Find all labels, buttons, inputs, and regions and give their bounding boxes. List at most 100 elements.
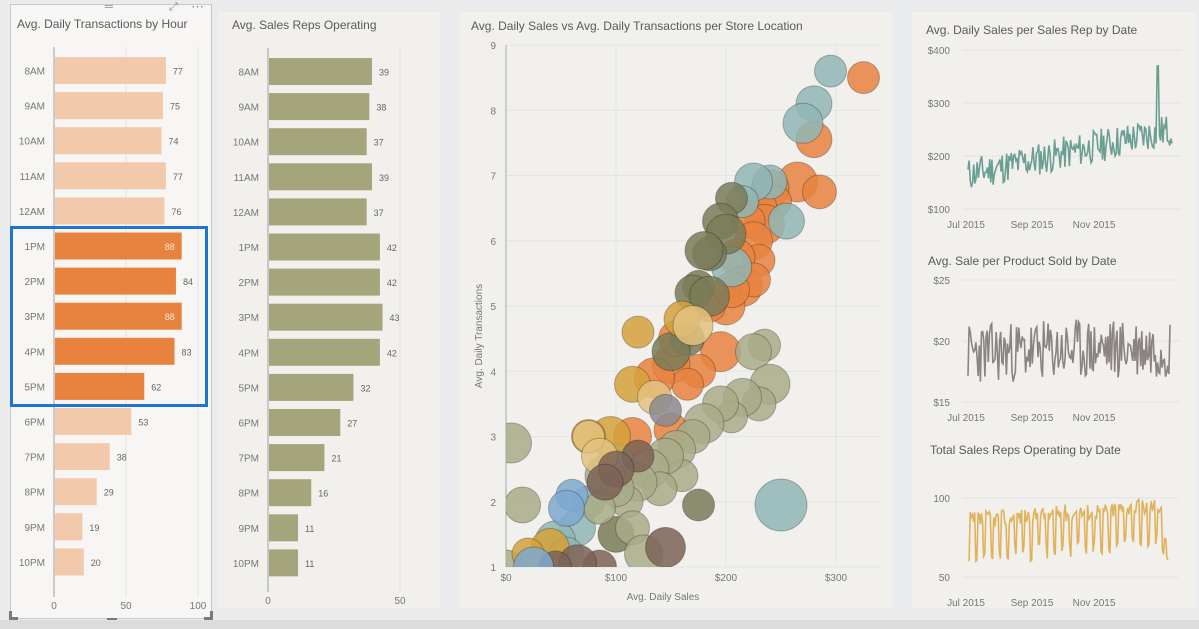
sales-vs-transactions-panel[interactable]: Avg. Daily Sales vs Avg. Daily Transacti… [460, 12, 892, 608]
category-label: 1PM [238, 243, 259, 254]
bar [269, 163, 372, 191]
bubble-teal[interactable] [768, 202, 805, 240]
data-label: 77 [173, 67, 183, 77]
data-label: 88 [165, 242, 175, 252]
category-label: 9PM [238, 524, 259, 535]
y-axis-title: Avg. Daily Transactions [474, 284, 485, 388]
bar [269, 409, 341, 436]
bubble-brown[interactable] [645, 526, 686, 567]
bubble-orange[interactable] [802, 174, 837, 210]
bar [269, 198, 367, 226]
date-trends-panel[interactable]: Avg. Daily Sales per Sales Rep by Date A… [912, 12, 1196, 608]
series-line [967, 318, 1171, 382]
series-line [967, 65, 1173, 188]
data-label: 29 [104, 488, 114, 498]
x-tick-label: Nov 2015 [1073, 220, 1116, 231]
bar [269, 549, 299, 577]
category-label: 9PM [24, 523, 45, 534]
bubble-slate[interactable] [649, 393, 682, 427]
x-tick-label: $0 [500, 573, 512, 584]
bubble-blue[interactable] [548, 489, 585, 527]
y-tick-label: 50 [939, 573, 951, 584]
bubble-gold[interactable] [621, 315, 655, 349]
x-tick-label: Sep 2015 [1011, 598, 1054, 608]
category-label: 6PM [24, 418, 45, 429]
bar [55, 443, 110, 471]
data-label: 11 [305, 559, 314, 569]
y-tick-label: 2 [490, 498, 496, 509]
data-label: 38 [117, 453, 127, 463]
bar [269, 479, 312, 507]
x-tick-label: Jul 2015 [947, 598, 985, 608]
bar [55, 302, 182, 330]
y-tick-label: 7 [490, 172, 496, 183]
data-label: 77 [173, 172, 183, 182]
bubble-teal[interactable] [814, 54, 847, 88]
y-tick-label: 100 [933, 494, 950, 505]
bubble-dark-olive[interactable] [684, 231, 724, 271]
bar [269, 444, 325, 472]
data-label: 42 [387, 243, 397, 253]
category-label: 10PM [233, 559, 259, 570]
bar [269, 268, 380, 296]
x-tick-label: Sep 2015 [1011, 220, 1054, 231]
bar [269, 233, 380, 261]
data-label: 37 [374, 138, 384, 148]
bar [55, 92, 163, 120]
bubble-tan[interactable] [672, 305, 714, 347]
data-label: 38 [376, 103, 386, 113]
category-label: 9AM [238, 103, 259, 114]
transactions-by-hour-panel[interactable]: ═ ⤢ ⋯ Avg. Daily Transactions by Hour 05… [9, 0, 213, 621]
category-label: 9AM [24, 102, 45, 113]
bubble-teal[interactable] [782, 102, 824, 144]
x-tick-label: Nov 2015 [1073, 413, 1116, 424]
bubble-orange[interactable] [847, 61, 880, 95]
data-label: 62 [151, 382, 161, 392]
data-label: 39 [379, 68, 389, 78]
bubble-olive[interactable] [492, 422, 532, 464]
y-tick-label: 5 [490, 302, 496, 313]
bubble-blue[interactable] [513, 546, 554, 587]
bubble-teal[interactable] [754, 478, 808, 532]
bar [55, 162, 166, 190]
x-tick-label: Nov 2015 [1073, 598, 1116, 608]
resize-handle-bottom-left[interactable] [9, 611, 18, 620]
resize-handle-bottom-right[interactable] [204, 611, 213, 620]
bubble-brown[interactable] [586, 463, 624, 501]
reps-by-hour-panel[interactable]: Avg. Sales Reps Operating 0 50 8AM 39 9AM 38 1… [218, 12, 440, 608]
y-tick-label: 4 [490, 367, 496, 378]
data-label: 74 [169, 137, 179, 147]
category-label: 4PM [238, 348, 259, 359]
series-line [967, 498, 1169, 564]
y-tick-label: 9 [490, 41, 496, 52]
bar [55, 232, 182, 260]
data-label: 42 [387, 348, 397, 358]
bubble-dark-olive[interactable] [682, 488, 715, 522]
bar [55, 127, 162, 155]
data-label: 88 [165, 312, 175, 322]
bubble-olive[interactable] [505, 486, 541, 524]
data-label: 21 [331, 454, 341, 464]
category-label: 10AM [19, 137, 45, 148]
bar [269, 93, 370, 121]
bar [269, 58, 372, 85]
category-label: 6PM [238, 419, 259, 430]
x-tick-label: Sep 2015 [1011, 413, 1054, 424]
bar [55, 548, 84, 576]
scatter-chart: 1 2 3 4 5 6 7 8 9 $0 $100 $200 $300 Avg. Daily Sales A… [474, 41, 880, 603]
y-tick-label: 8 [490, 106, 496, 117]
category-label: 11AM [234, 173, 259, 184]
category-label: 10PM [19, 558, 45, 569]
x-tick-label: $200 [715, 573, 738, 584]
data-label: 19 [89, 523, 99, 533]
category-label: 12AM [233, 208, 259, 219]
data-label: 43 [390, 313, 400, 323]
data-label: 84 [183, 277, 193, 287]
bar [269, 514, 299, 542]
x-tick-label: Jul 2015 [947, 413, 985, 424]
category-label: 8AM [238, 68, 259, 79]
bubble-orange[interactable] [671, 367, 704, 401]
category-label: 5PM [238, 383, 259, 394]
bubbles [492, 54, 880, 587]
bar [55, 267, 176, 295]
